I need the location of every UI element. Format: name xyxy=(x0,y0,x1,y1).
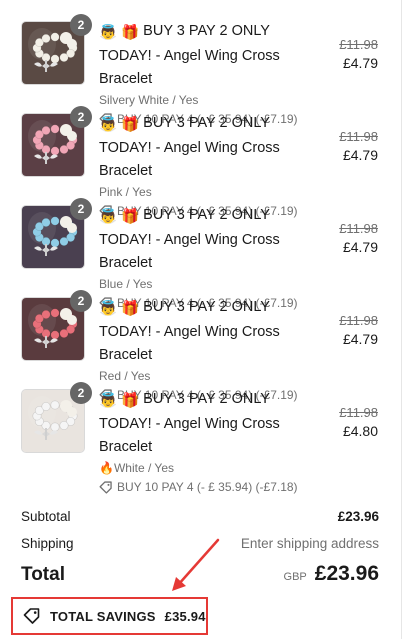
subtotal-row: Subtotal £23.96 xyxy=(21,509,379,524)
price-tag-icon xyxy=(23,608,40,624)
item-prices: £11.98 £4.79 xyxy=(339,312,378,349)
product-thumbnail: 2 xyxy=(21,106,92,177)
total-value: £23.96 xyxy=(314,562,379,585)
item-title: 👼 🎁 BUY 3 PAY 2 ONLY TODAY! - Angel Wing… xyxy=(99,388,321,459)
quantity-badge: 2 xyxy=(70,14,92,36)
item-prices: £11.98 £4.79 xyxy=(339,128,378,165)
item-title: 👼 🎁 BUY 3 PAY 2 ONLY TODAY! - Angel Wing… xyxy=(99,20,321,91)
total-value-group: GBP £23.96 xyxy=(284,562,379,586)
cart-line-item: 2 👼 🎁 BUY 3 PAY 2 ONLY TODAY! - Angel Win… xyxy=(0,92,400,218)
original-price: £11.98 xyxy=(339,129,378,144)
item-details: 👼 🎁 BUY 3 PAY 2 ONLY TODAY! - Angel Wing… xyxy=(99,388,321,495)
sale-price: £4.79 xyxy=(342,55,378,71)
cart-line-item: 2 👼 🎁 BUY 3 PAY 2 ONLY TODAY! - Angel Win… xyxy=(0,184,400,310)
title-emojis: 👼 🎁 xyxy=(99,209,140,225)
cart-line-item: 2 👼 🎁 BUY 3 PAY 2 ONLY TODAY! - Angel Win… xyxy=(0,276,400,402)
annotation-arrow-icon xyxy=(172,538,220,591)
variant-text: White / Yes xyxy=(113,461,174,475)
item-title: 👼 🎁 BUY 3 PAY 2 ONLY TODAY! - Angel Wing… xyxy=(99,112,321,183)
sale-price: £4.79 xyxy=(342,239,378,255)
cart-line-item: 2 👼 🎁 BUY 3 PAY 2 ONLY TODAY! - Angel Win… xyxy=(0,368,400,494)
original-price: £11.98 xyxy=(339,37,378,52)
discount-tag-icon xyxy=(99,480,112,494)
item-prices: £11.98 £4.79 xyxy=(339,36,378,73)
sale-price: £4.79 xyxy=(342,147,378,163)
subtotal-value: £23.96 xyxy=(337,509,379,524)
product-thumbnail: 2 xyxy=(21,14,92,85)
cart-line-item: 2 👼 🎁 BUY 3 PAY 2 ONLY TODAY! - Angel Win… xyxy=(0,0,400,126)
quantity-badge: 2 xyxy=(70,290,92,312)
original-price: £11.98 xyxy=(339,313,378,328)
product-thumbnail: 2 xyxy=(21,382,92,453)
title-emojis: 👼 🎁 xyxy=(99,25,140,41)
title-emojis: 👼 🎁 xyxy=(99,393,140,409)
product-thumbnail: 2 xyxy=(21,290,92,361)
sale-price: £4.80 xyxy=(342,423,378,439)
title-emojis: 👼 🎁 xyxy=(99,301,140,317)
quantity-badge: 2 xyxy=(70,198,92,220)
quantity-badge: 2 xyxy=(70,382,92,404)
item-prices: £11.98 £4.79 xyxy=(339,220,378,257)
title-emojis: 👼 🎁 xyxy=(99,117,140,133)
line-items-list: 2 👼 🎁 BUY 3 PAY 2 ONLY TODAY! - Angel Win… xyxy=(0,0,400,494)
sale-price: £4.79 xyxy=(342,331,378,347)
shipping-label: Shipping xyxy=(21,536,74,551)
subtotal-label: Subtotal xyxy=(21,509,71,524)
item-title: 👼 🎁 BUY 3 PAY 2 ONLY TODAY! - Angel Wing… xyxy=(99,296,321,367)
original-price: £11.98 xyxy=(339,221,378,236)
item-prices: £11.98 £4.80 xyxy=(339,404,378,441)
total-label: Total xyxy=(21,564,65,585)
discount-text: BUY 10 PAY 4 (- £ 35.94) (-£7.18) xyxy=(117,480,298,494)
product-thumbnail: 2 xyxy=(21,198,92,269)
variant-prefix: 🔥 xyxy=(99,461,114,475)
item-variant: 🔥White / Yes xyxy=(99,460,321,476)
currency-code: GBP xyxy=(283,571,307,583)
total-savings-value: £35.94 xyxy=(164,608,206,624)
original-price: £11.98 xyxy=(339,405,378,420)
total-savings-label: TOTAL SAVINGS xyxy=(50,608,156,624)
quantity-badge: 2 xyxy=(70,106,92,128)
item-discount: BUY 10 PAY 4 (- £ 35.94) (-£7.18) xyxy=(99,479,321,495)
shipping-value: Enter shipping address xyxy=(240,536,379,551)
total-savings-badge: TOTAL SAVINGS £35.94 xyxy=(11,597,208,635)
item-title: 👼 🎁 BUY 3 PAY 2 ONLY TODAY! - Angel Wing… xyxy=(99,204,321,275)
